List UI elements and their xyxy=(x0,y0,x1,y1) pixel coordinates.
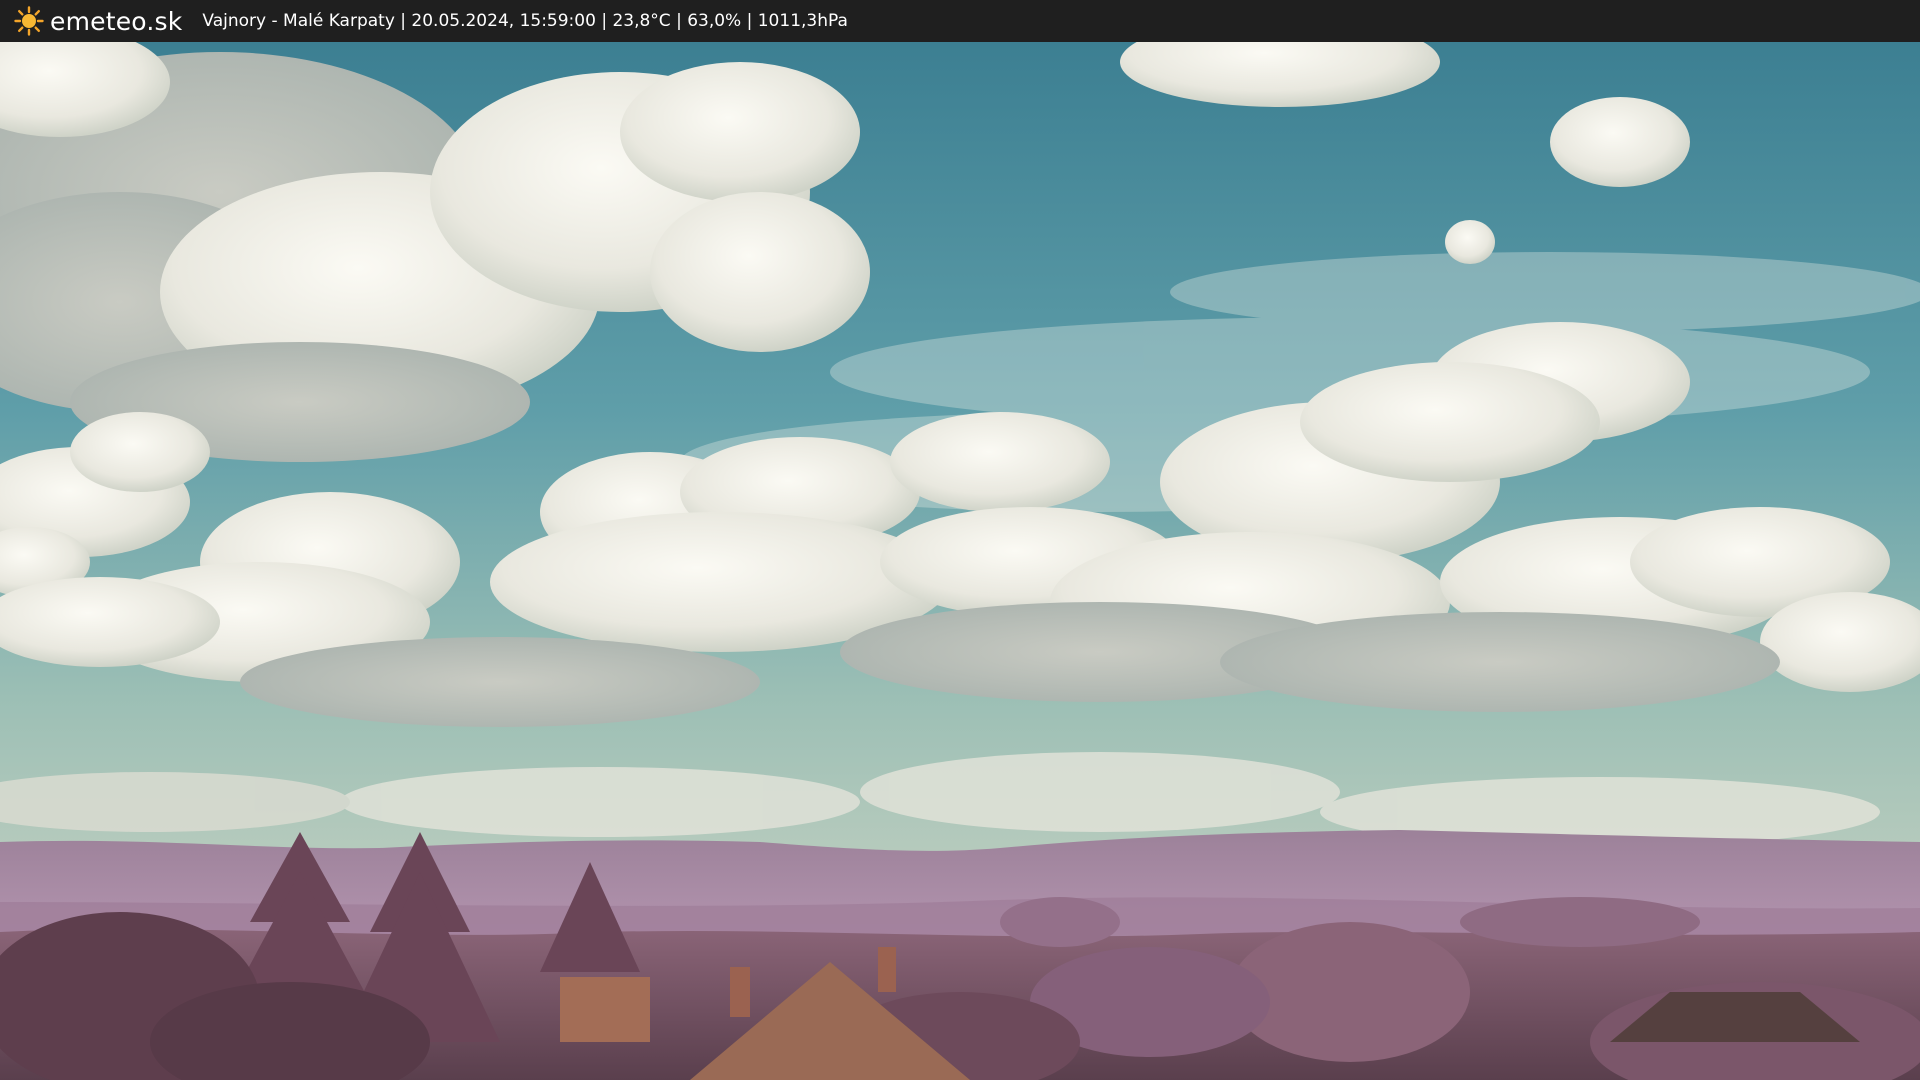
header-bar: emeteo.sk Vajnory - Malé Karpaty | 20.05… xyxy=(0,0,1920,42)
station-info: Vajnory - Malé Karpaty | 20.05.2024, 15:… xyxy=(202,11,848,31)
webcam-frame: emeteo.sk Vajnory - Malé Karpaty | 20.05… xyxy=(0,0,1920,1080)
webcam-image xyxy=(0,42,1920,1080)
brand-name[interactable]: emeteo.sk xyxy=(50,7,182,36)
sun-icon xyxy=(14,6,44,36)
